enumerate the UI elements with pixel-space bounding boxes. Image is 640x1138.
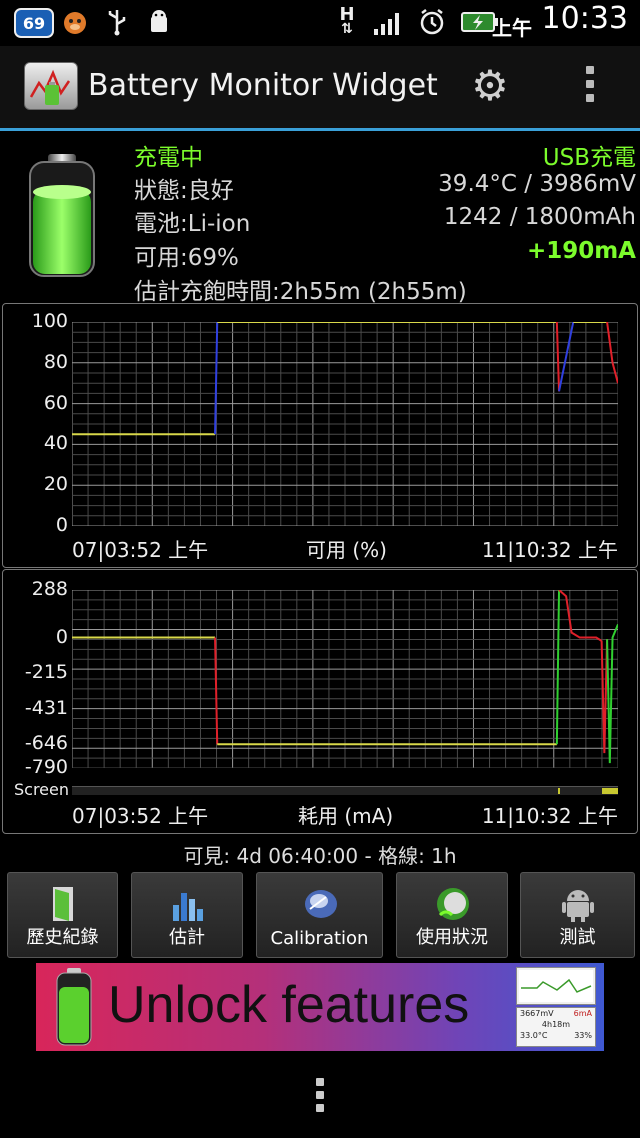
banner-battery-icon	[54, 967, 94, 1047]
chart-icon	[169, 885, 205, 923]
chart2-x-title: 耗用 (mA)	[298, 804, 394, 828]
banner-text: Unlock features	[108, 976, 470, 1034]
banner-mini-widget: 3667mV 6mA 4h18m 33.0°C 33%	[516, 1007, 596, 1047]
bottom-overflow-icon[interactable]	[312, 1078, 328, 1118]
current-usage-line	[606, 623, 618, 764]
action-bar: Battery Monitor Widget ⚙	[0, 46, 640, 131]
status-time: 10:33	[541, 0, 628, 36]
test-button[interactable]: 測試	[520, 872, 635, 958]
calibration-button-label: Calibration	[270, 928, 369, 949]
app-title: Battery Monitor Widget	[88, 68, 438, 103]
y-tick-label: -646	[24, 732, 68, 755]
chart1-x-title: 可用 (%)	[306, 538, 387, 562]
charge-source: USB充電	[542, 145, 636, 171]
test-button-label: 測試	[559, 927, 596, 948]
overflow-menu-icon[interactable]	[582, 66, 598, 110]
monkey-app-icon	[60, 8, 90, 36]
usage-button-label: 使用狀況	[416, 927, 488, 948]
signal-icon	[372, 8, 404, 36]
battery-level-chart	[72, 322, 618, 526]
network-type-label: H	[339, 4, 355, 25]
battery-available: 可用:69%	[134, 245, 239, 271]
mini-time: 4h18m	[541, 1020, 571, 1029]
y-tick-label: 80	[43, 350, 68, 373]
calibration-button[interactable]: Calibration	[256, 872, 383, 958]
chart2-x-start: 07|03:52 上午	[72, 804, 209, 828]
android-debug-icon	[144, 8, 174, 36]
unlock-features-banner[interactable]: Unlock features 3667mV 6mA 4h18m 33.0°C 33…	[36, 963, 604, 1051]
mini-temp: 33.0°C	[520, 1031, 548, 1040]
mini-current: 6mA	[573, 1009, 592, 1018]
temperature-voltage: 39.4°C / 3986mV	[438, 171, 636, 197]
screen-activity-bar	[72, 786, 618, 795]
battery-level-icon	[24, 152, 100, 280]
y-tick-label: 20	[43, 473, 68, 496]
usage-button[interactable]: 使用狀況	[396, 872, 508, 958]
y-tick-label: -215	[24, 661, 68, 684]
status-ampm: 上午	[492, 15, 532, 40]
y-tick-label: -790	[24, 756, 68, 778]
y-tick-label: -431	[24, 696, 68, 719]
chart1-x-end: 11|10:32 上午	[481, 538, 618, 562]
y-tick-label: 0	[55, 514, 68, 536]
android-icon	[560, 885, 596, 923]
current-usage-chart	[72, 590, 618, 768]
history-button-label: 歷史紀錄	[26, 927, 99, 948]
gear-icon[interactable]: ⚙	[468, 64, 512, 108]
app-logo-icon	[24, 62, 78, 110]
current-usage-line	[555, 590, 561, 745]
mini-voltage: 3667mV	[520, 1009, 554, 1018]
screen-label: Screen	[14, 780, 70, 799]
battery-current: +190mA	[526, 238, 636, 264]
mini-percent: 33%	[574, 1031, 592, 1040]
estimate-button-label: 估計	[169, 927, 205, 948]
y-tick-label: 100	[31, 310, 68, 332]
visible-range-info: 可見: 4d 06:40:00 - 格線: 1h	[183, 844, 457, 868]
y-tick-label: 288	[31, 578, 68, 600]
chart2-x-end: 11|10:32 上午	[481, 804, 618, 828]
door-icon	[45, 885, 81, 923]
full-charge-estimate: 估計充飽時間:2h55m (2h55m)	[134, 279, 467, 305]
charging-status: 充電中	[134, 145, 203, 171]
current-usage-line	[558, 590, 603, 642]
data-activity-icon: H ⇅	[339, 4, 355, 37]
y-tick-label: 60	[43, 391, 68, 414]
chart1-x-start: 07|03:52 上午	[72, 538, 209, 562]
alarm-icon	[416, 8, 448, 36]
usage-icon	[434, 885, 470, 923]
notification-badge-icon: 69	[14, 8, 54, 38]
battery-capacity: 1242 / 1800mAh	[443, 204, 636, 230]
y-tick-label: 40	[43, 432, 68, 455]
health-status: 狀態:良好	[134, 178, 234, 204]
calibration-icon	[302, 885, 338, 923]
estimate-button[interactable]: 估計	[131, 872, 243, 958]
y-tick-label: 0	[55, 625, 68, 648]
status-bar: 69 H ⇅ 上午 10:33	[0, 0, 640, 46]
battery-type: 電池:Li-ion	[134, 211, 251, 237]
usb-icon	[104, 8, 130, 36]
banner-mini-chart-icon	[516, 967, 596, 1005]
history-button[interactable]: 歷史紀錄	[7, 872, 118, 958]
